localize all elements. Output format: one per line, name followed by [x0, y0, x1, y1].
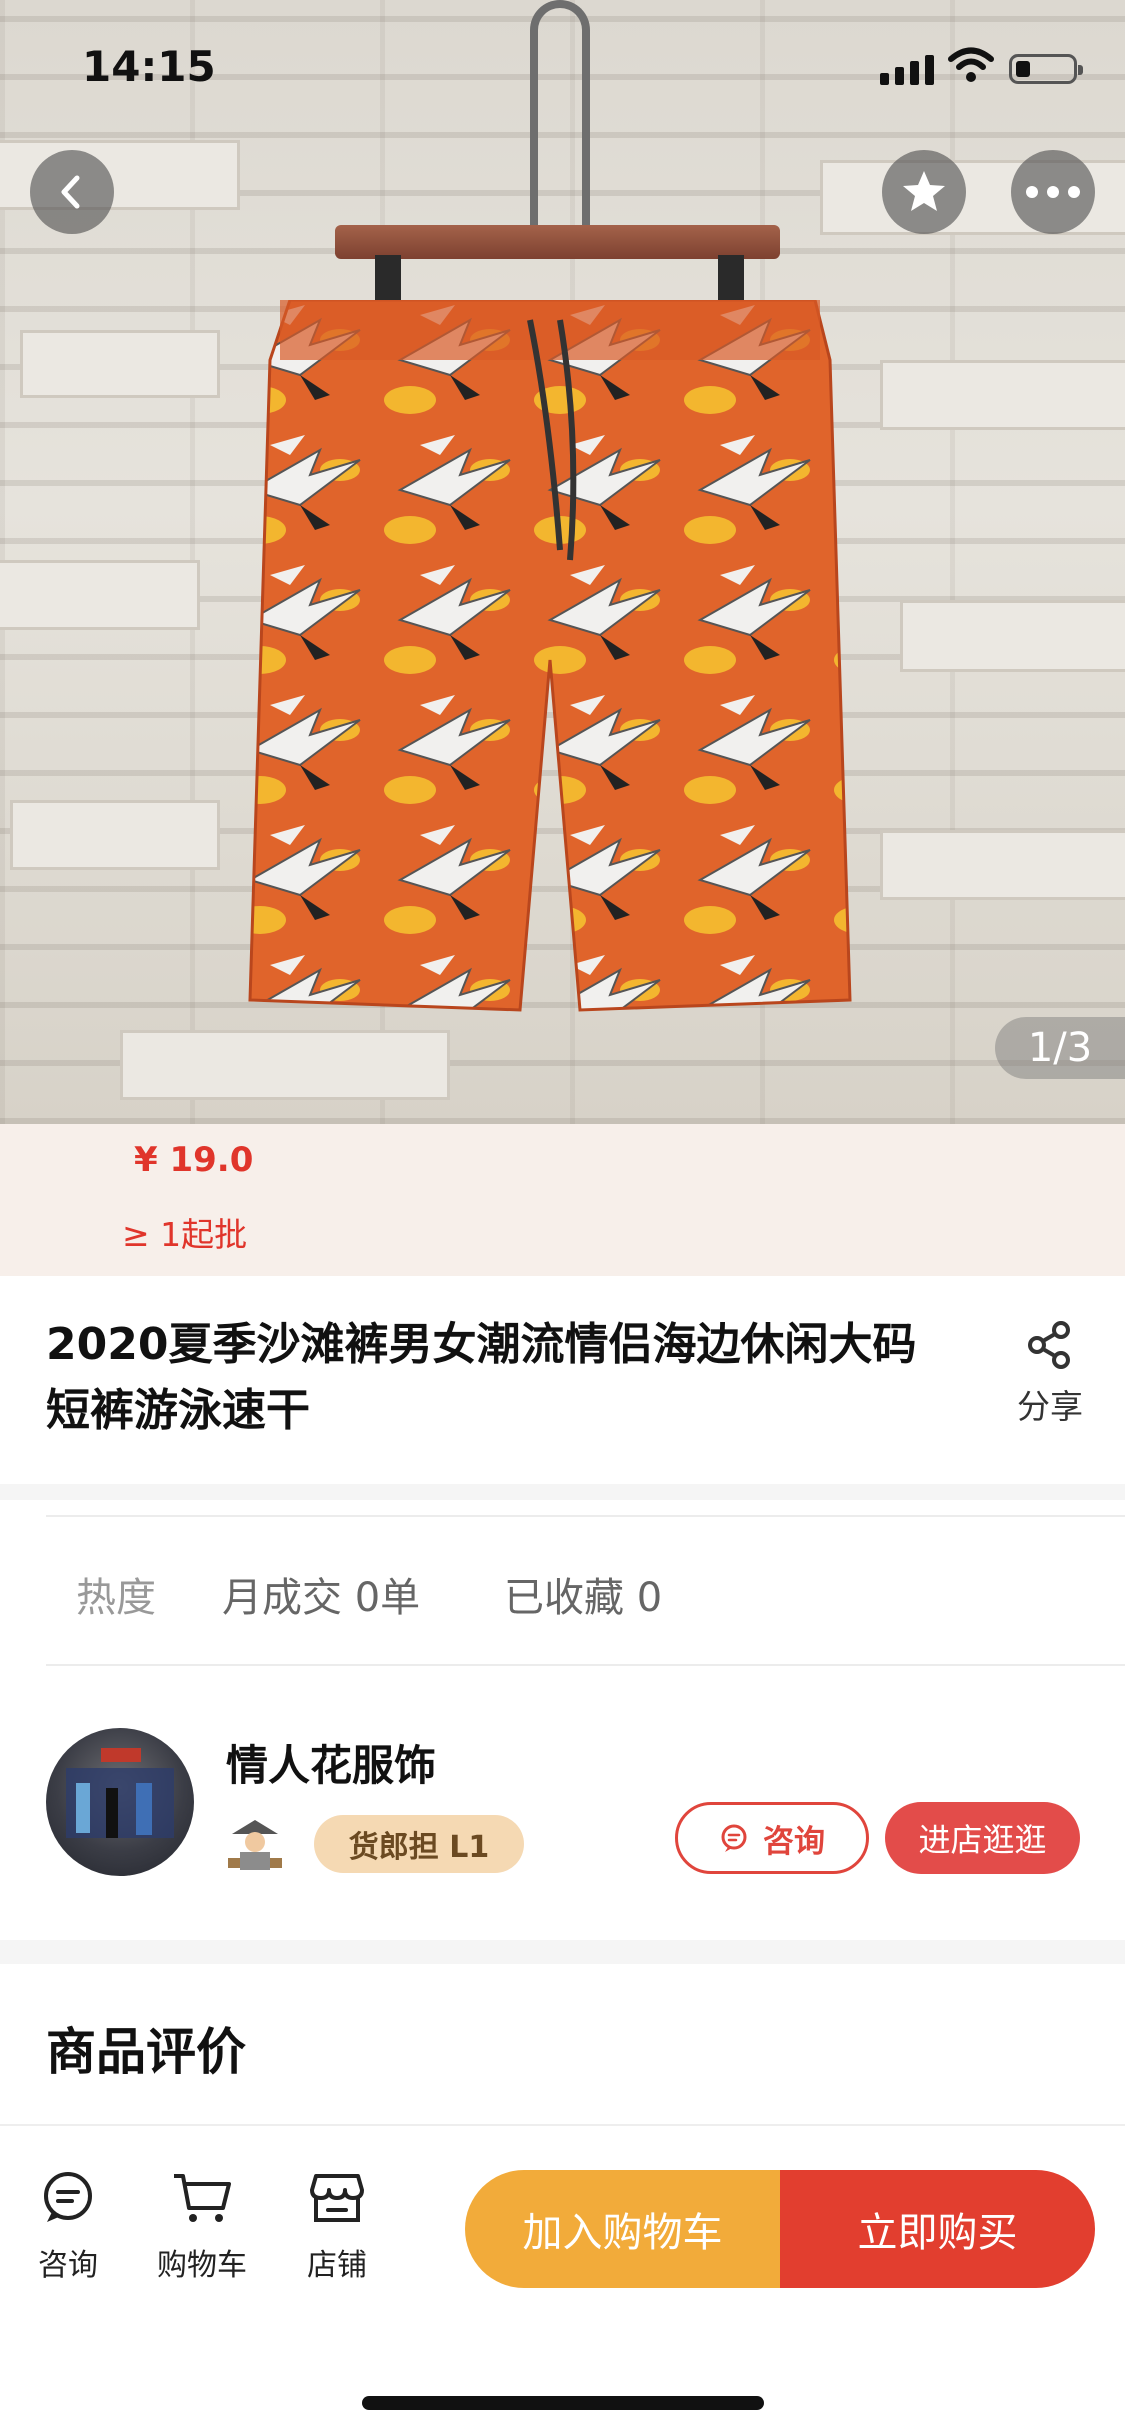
shop-level-badge: 货郎担 L1 [314, 1815, 524, 1873]
shop-name[interactable]: 情人花服饰 [226, 1732, 436, 1793]
tab-consult-label: 咨询 [38, 2248, 98, 2283]
wifi-icon [948, 47, 994, 82]
chevron-left-icon [61, 175, 80, 209]
minimum-order: ≥ 1起批 [122, 1215, 248, 1254]
reviews-title[interactable]: 商品评价 [46, 2012, 246, 2084]
stat-monthly-sales: 月成交 0单 [222, 1575, 421, 1621]
store-icon [310, 2174, 364, 2222]
product-title: 2020夏季沙滩裤男女潮流情侣海边休闲大码短裤游泳速干 [46, 1319, 917, 1436]
shop-photo [66, 1748, 174, 1838]
shop-avatar[interactable] [46, 1728, 194, 1876]
wall-brick [20, 330, 220, 398]
wall-brick [880, 830, 1125, 900]
star-icon [903, 171, 945, 211]
add-to-cart-button[interactable]: 加入购物车 [465, 2170, 780, 2288]
share-icon [1028, 1321, 1070, 1369]
chat-icon [721, 1824, 747, 1852]
share-button[interactable]: 分享 [1000, 1320, 1100, 1428]
wall-brick [900, 600, 1125, 672]
price: ¥ 19.0 [134, 1140, 254, 1180]
status-time: 14:15 [82, 42, 216, 91]
wall-brick [10, 800, 220, 870]
stat-heat: 热度 [76, 1575, 156, 1621]
shop-consult-label: 咨询 [763, 1823, 825, 1860]
tab-store-label: 店铺 [307, 2248, 367, 2283]
status-bar: 14:15 [0, 0, 1125, 140]
tab-cart-label: 购物车 [157, 2248, 247, 2283]
wall-brick [0, 560, 200, 630]
buy-now-button[interactable]: 立即购买 [780, 2170, 1095, 2288]
signal-icon [880, 55, 934, 85]
more-button[interactable] [1011, 150, 1095, 234]
tab-store[interactable]: 店铺 [277, 2170, 397, 2284]
back-button[interactable] [30, 150, 114, 234]
home-indicator [362, 2396, 764, 2410]
divider [46, 1515, 1125, 1517]
hanger-bar [335, 225, 780, 259]
tab-cart[interactable]: 购物车 [142, 2170, 262, 2284]
share-label: 分享 [1017, 1387, 1083, 1426]
enter-shop-button[interactable]: 进店逛逛 [885, 1802, 1080, 1874]
more-icon [1026, 186, 1080, 198]
battery-icon [1009, 54, 1083, 84]
vendor-icon [228, 1820, 282, 1870]
shop-consult-button[interactable]: 咨询 [675, 1802, 869, 1874]
wall-brick [120, 1030, 450, 1100]
image-counter: 1/3 [995, 1017, 1125, 1079]
stat-favorites: 已收藏 0 [504, 1575, 663, 1621]
divider [46, 1664, 1125, 1666]
tab-consult[interactable]: 咨询 [8, 2170, 128, 2284]
shorts-illustration [248, 300, 852, 1012]
wall-brick [880, 360, 1125, 430]
chat-icon [44, 2172, 92, 2222]
cart-icon [174, 2174, 231, 2222]
favorite-button[interactable] [882, 150, 966, 234]
